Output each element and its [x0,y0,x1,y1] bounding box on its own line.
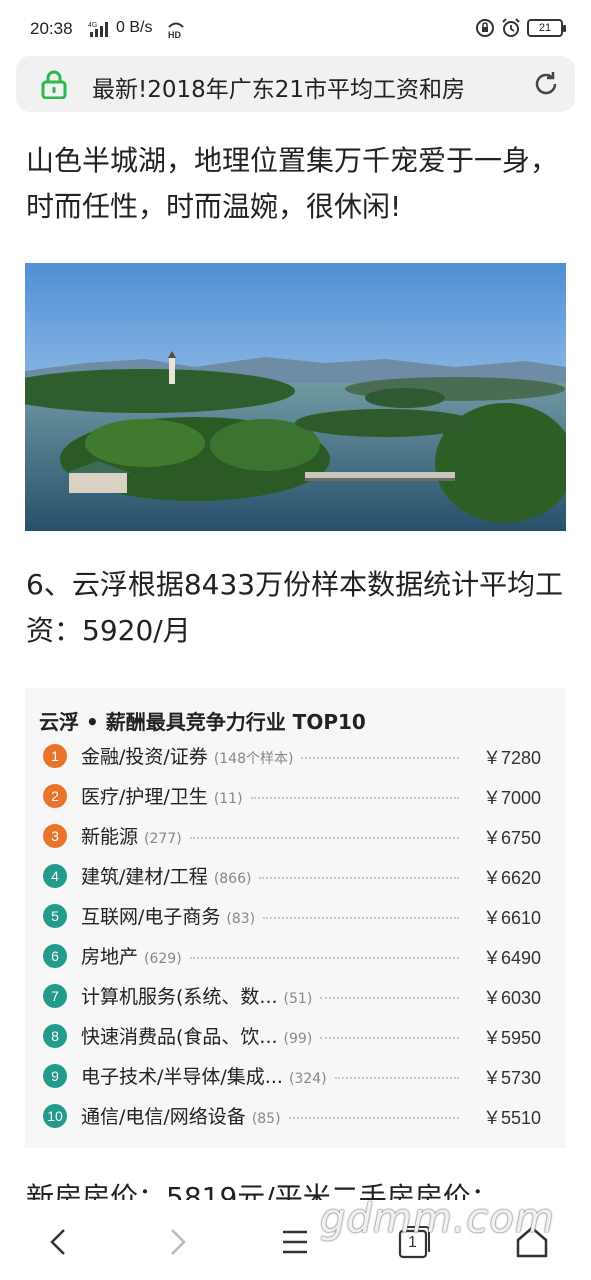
signal-icon: 4G [88,22,108,37]
lake-photo [25,263,566,531]
forward-icon[interactable] [156,1222,196,1262]
rank-badge: 7 [43,984,67,1008]
dotted-leader [251,797,459,799]
page-title[interactable]: 最新!2018年广东21市平均工资和房 [92,70,465,104]
ranking-row: 7 计算机服务(系统、数... (51) ￥6030 [39,978,559,1018]
sample-count: (629) [144,951,182,967]
average-salary: ￥5730 [482,1068,541,1088]
dotted-leader [259,877,459,879]
network-speed: 0 B/s [116,19,153,36]
dotted-leader [190,837,459,839]
average-salary: ￥5950 [482,1028,541,1048]
industry-label: 房地产 [81,946,139,968]
ranking-row: 1 金融/投资/证券 (148个样本) ￥7280 [39,738,559,778]
back-icon[interactable] [40,1222,80,1262]
sample-count: (51) [283,991,313,1007]
rank-badge: 9 [43,1064,67,1088]
average-salary: ￥6030 [482,988,541,1008]
rank-badge: 2 [43,784,67,808]
reload-icon[interactable] [531,69,561,99]
ranking-row: 5 互联网/电子商务 (83) ￥6610 [39,898,559,938]
ranking-title: 云浮 • 薪酬最具竞争力行业 TOP10 [39,710,366,734]
industry-name: 金融/投资/证券 (148个样本) [81,742,293,769]
sample-count: (85) [251,1111,281,1127]
dotted-leader [320,1037,459,1039]
svg-text:4G: 4G [88,22,97,29]
rank-badge: 4 [43,864,67,888]
industry-label: 新能源 [81,826,139,848]
industry-label: 金融/投资/证券 [81,746,208,768]
industry-label: 医疗/护理/卫生 [81,786,208,808]
average-salary: ￥7280 [482,748,541,768]
watermark-text: gdmm.com [320,1196,555,1242]
industry-ranking-card: 云浮 • 薪酬最具竞争力行业 TOP10 1 金融/投资/证券 (148个样本) ￥7… [25,688,566,1148]
cut-off-text: ...... [26,120,571,132]
alarm-icon [502,18,520,37]
industry-name: 医疗/护理/卫生 (11) [81,782,243,809]
ranking-row: 2 医疗/护理/卫生 (11) ￥7000 [39,778,559,818]
rank-badge: 3 [43,824,67,848]
industry-name: 房地产 (629) [81,942,182,969]
paragraph-lake: 山色半城湖，地理位置集万千宠爱于一身，时而任性，时而温婉，很休闲! [26,144,559,223]
ranking-row: 10 通信/电信/网络设备 (85) ￥5510 [39,1098,559,1138]
sample-count: (83) [226,911,256,927]
rank-badge: 5 [43,904,67,928]
industry-name: 电子技术/半导体/集成... (324) [81,1062,327,1089]
industry-name: 通信/电信/网络设备 (85) [81,1102,281,1129]
menu-icon[interactable] [275,1222,315,1262]
battery-indicator: 21 [527,19,566,37]
industry-name: 新能源 (277) [81,822,182,849]
hd-voice-icon: HD [168,22,184,39]
dotted-leader [320,997,459,999]
dotted-leader [301,757,459,759]
average-salary: ￥7000 [482,788,541,808]
dotted-leader [190,957,459,959]
sample-count: (99) [283,1031,313,1047]
average-salary: ￥5510 [482,1108,541,1128]
industry-name: 快速消费品(食品、饮... (99) [81,1022,312,1049]
dotted-leader [335,1077,459,1079]
average-salary: ￥6750 [482,828,541,848]
average-salary: ￥6620 [482,868,541,888]
average-salary: ￥6610 [482,908,541,928]
rank-badge: 8 [43,1024,67,1048]
industry-label: 通信/电信/网络设备 [81,1106,246,1128]
sample-count: (277) [144,831,182,847]
dotted-leader [289,1117,459,1119]
industry-name: 建筑/建材/工程 (866) [81,862,251,889]
ranking-list: 1 金融/投资/证券 (148个样本) ￥7280 2 医疗/护理/卫生 (11) ￥7000… [39,738,559,1138]
dotted-leader [263,917,459,919]
svg-text:HD: HD [168,30,181,39]
ranking-row: 4 建筑/建材/工程 (866) ￥6620 [39,858,559,898]
industry-name: 计算机服务(系统、数... (51) [81,982,312,1009]
ranking-row: 6 房地产 (629) ￥6490 [39,938,559,978]
average-salary: ￥6490 [482,948,541,968]
ranking-row: 3 新能源 (277) ￥6750 [39,818,559,858]
sample-count: (148个样本) [213,751,294,767]
article-content: ...... 山色半城湖，地理位置集万千宠爱于一身，时而任性，时而温婉，很休闲! [0,120,591,1200]
paragraph-yunfu-salary: 6、云浮根据8433万份样本数据统计平均工资：5920/月 [26,568,564,647]
rank-badge: 6 [43,944,67,968]
address-bar[interactable]: 最新!2018年广东21市平均工资和房 [16,56,575,112]
sample-count: (11) [213,791,243,807]
industry-label: 电子技术/半导体/集成... [81,1066,283,1088]
lock-rotation-icon [476,19,494,37]
rank-badge: 10 [43,1104,67,1128]
industry-name: 互联网/电子商务 (83) [81,902,255,929]
ranking-row: 8 快速消费品(食品、饮... (99) ￥5950 [39,1018,559,1058]
sample-count: (866) [213,871,252,887]
status-bar: 20:38 4G 0 B/s HD 21 [0,0,591,58]
industry-label: 互联网/电子商务 [81,906,221,928]
industry-label: 快速消费品(食品、饮... [81,1026,278,1048]
sample-count: (324) [288,1071,327,1087]
rank-badge: 1 [43,744,67,768]
secure-lock-icon[interactable] [40,69,68,99]
industry-label: 计算机服务(系统、数... [81,986,278,1008]
status-time: 20:38 [30,19,73,38]
ranking-row: 9 电子技术/半导体/集成... (324) ￥5730 [39,1058,559,1098]
industry-label: 建筑/建材/工程 [81,866,208,888]
